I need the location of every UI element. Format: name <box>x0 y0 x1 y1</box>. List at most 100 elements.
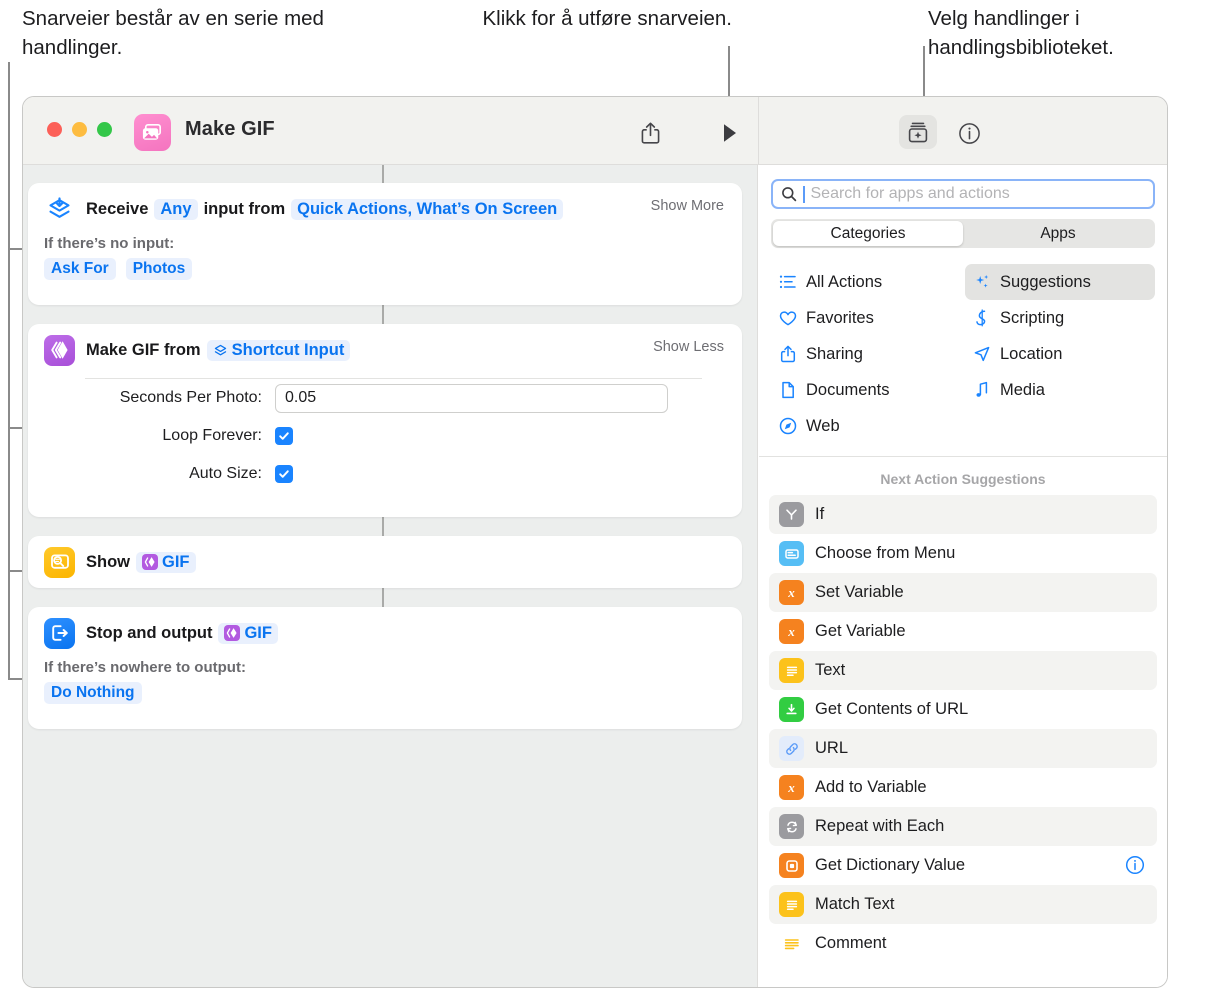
connector-3 <box>382 588 384 607</box>
action-title: Show GIF <box>86 551 202 573</box>
connector-2 <box>382 517 384 536</box>
action-title-text: Show <box>86 552 130 571</box>
category-label: Scripting <box>1000 308 1065 327</box>
suggestion-label: Set Variable <box>815 583 904 601</box>
callout-left-text: Snarveier består av en serie med handlin… <box>22 7 324 59</box>
suggestion-comment[interactable]: Comment <box>769 924 1157 963</box>
action-title-text: Stop and output <box>86 623 213 642</box>
action-card-show[interactable]: Show GIF <box>28 536 742 588</box>
suggestion-label: Get Variable <box>815 622 906 640</box>
category-all-actions[interactable]: All Actions <box>771 264 961 300</box>
play-icon[interactable] <box>714 117 746 149</box>
category-scripting[interactable]: Scripting <box>965 300 1155 336</box>
suggestion-label: Comment <box>815 934 887 952</box>
text-icon <box>779 892 804 917</box>
variable-icon: x <box>779 619 804 644</box>
segmented-control-container: Categories Apps <box>759 209 1167 248</box>
zoom-button[interactable] <box>97 122 112 137</box>
suggestion-text[interactable]: Text <box>769 651 1157 690</box>
callout-library-text: Velg handlinger i handlingsbiblioteket. <box>928 7 1114 59</box>
suggestion-label: Text <box>815 661 846 679</box>
loop-forever-checkbox[interactable] <box>275 427 293 445</box>
suggestion-url[interactable]: URL <box>769 729 1157 768</box>
segmented-control[interactable]: Categories Apps <box>771 219 1155 248</box>
tab-apps[interactable]: Apps <box>963 221 1153 246</box>
search-container: Search for apps and actions <box>759 165 1167 209</box>
close-button[interactable] <box>47 122 62 137</box>
ask-for-pill[interactable]: Ask For <box>44 258 116 280</box>
auto-size-checkbox[interactable] <box>275 465 293 483</box>
receive-input-icon <box>44 194 75 225</box>
show-less-toggle[interactable]: Show Less <box>653 339 724 355</box>
suggestion-get-contents-of-url[interactable]: Get Contents of URL <box>769 690 1157 729</box>
gif-variable-label: GIF <box>244 623 272 642</box>
category-web[interactable]: Web <box>771 408 961 444</box>
info-icon[interactable] <box>1125 855 1145 875</box>
share-icon[interactable] <box>634 117 666 149</box>
suggestion-get-variable[interactable]: x Get Variable <box>769 612 1157 651</box>
action-title: Stop and output GIF <box>86 622 284 644</box>
gif-variable-token[interactable]: GIF <box>136 551 196 573</box>
category-label: Web <box>806 416 840 435</box>
quick-look-icon <box>44 546 75 578</box>
action-title: Make GIF from Shortcut Input <box>86 339 356 361</box>
suggestion-label: Match Text <box>815 895 895 913</box>
category-location[interactable]: Location <box>965 336 1155 372</box>
seconds-per-photo-label: Seconds Per Photo: <box>119 389 262 406</box>
category-suggestions[interactable]: Suggestions <box>965 264 1155 300</box>
auto-size-label: Auto Size: <box>189 465 262 482</box>
seconds-per-photo-input[interactable]: 0.05 <box>275 383 668 413</box>
suggestion-if[interactable]: If <box>769 495 1157 534</box>
shortcut-input-token[interactable]: Shortcut Input <box>206 339 351 361</box>
action-title: Receive Any input from Quick Actions, Wh… <box>86 198 569 220</box>
suggestion-label: If <box>815 505 825 523</box>
input-source-token[interactable]: Quick Actions, What’s On Screen <box>291 198 564 220</box>
download-icon <box>779 697 804 722</box>
search-input[interactable]: Search for apps and actions <box>771 179 1155 209</box>
action-library-pane: Search for apps and actions Categories A… <box>759 165 1167 987</box>
suggestion-label: Get Contents of URL <box>815 700 969 718</box>
minimize-button[interactable] <box>72 122 87 137</box>
suggestion-repeat-with-each[interactable]: Repeat with Each <box>769 807 1157 846</box>
action-library-icon[interactable] <box>899 115 937 149</box>
category-media[interactable]: Media <box>965 372 1155 408</box>
suggestion-get-dictionary-value[interactable]: Get Dictionary Value <box>769 846 1157 885</box>
suggestion-label: Add to Variable <box>815 778 927 796</box>
action-title-text: Make GIF from <box>86 340 201 359</box>
category-favorites[interactable]: Favorites <box>771 300 961 336</box>
show-more-toggle[interactable]: Show More <box>651 198 724 214</box>
loop-forever-row: Loop Forever: <box>28 417 742 455</box>
shortcut-editor-pane: Receive Any input from Quick Actions, Wh… <box>23 165 758 987</box>
action-card-stop-output[interactable]: Stop and output GIF If there’s nowhere t… <box>28 607 742 729</box>
document-icon <box>778 381 797 400</box>
action-word-receive: Receive <box>86 199 149 218</box>
action-header: Receive Any input from Quick Actions, Wh… <box>28 183 742 235</box>
action-header: Stop and output GIF <box>28 607 742 659</box>
action-header: Show GIF <box>28 536 742 588</box>
category-label: Documents <box>806 380 890 399</box>
action-card-receive[interactable]: Receive Any input from Quick Actions, Wh… <box>28 183 742 305</box>
link-icon <box>779 736 804 761</box>
input-type-token[interactable]: Any <box>154 198 198 220</box>
category-documents[interactable]: Documents <box>771 372 961 408</box>
traffic-light-group[interactable] <box>47 122 112 137</box>
suggestion-label: Get Dictionary Value <box>815 856 966 874</box>
suggestion-set-variable[interactable]: x Set Variable <box>769 573 1157 612</box>
share-icon <box>778 345 797 364</box>
gif-variable-label: GIF <box>162 552 190 571</box>
suggestion-choose-from-menu[interactable]: Choose from Menu <box>769 534 1157 573</box>
suggestion-add-to-variable[interactable]: x Add to Variable <box>769 768 1157 807</box>
text-icon <box>779 658 804 683</box>
suggestion-match-text[interactable]: Match Text <box>769 885 1157 924</box>
titlebar-divider <box>758 97 759 165</box>
action-card-make-gif[interactable]: Make GIF from Shortcut Input Show Less S… <box>28 324 742 517</box>
category-grid: All Actions Suggestions Favorites Script… <box>759 248 1167 457</box>
shortcut-input-label: Shortcut Input <box>231 340 345 359</box>
gif-variable-token[interactable]: GIF <box>218 622 278 644</box>
tab-categories[interactable]: Categories <box>773 221 963 246</box>
do-nothing-pill[interactable]: Do Nothing <box>44 682 142 704</box>
category-sharing[interactable]: Sharing <box>771 336 961 372</box>
info-icon[interactable] <box>953 117 985 149</box>
action-header: Make GIF from Shortcut Input Show Less <box>28 324 742 376</box>
photos-pill[interactable]: Photos <box>125 258 193 280</box>
